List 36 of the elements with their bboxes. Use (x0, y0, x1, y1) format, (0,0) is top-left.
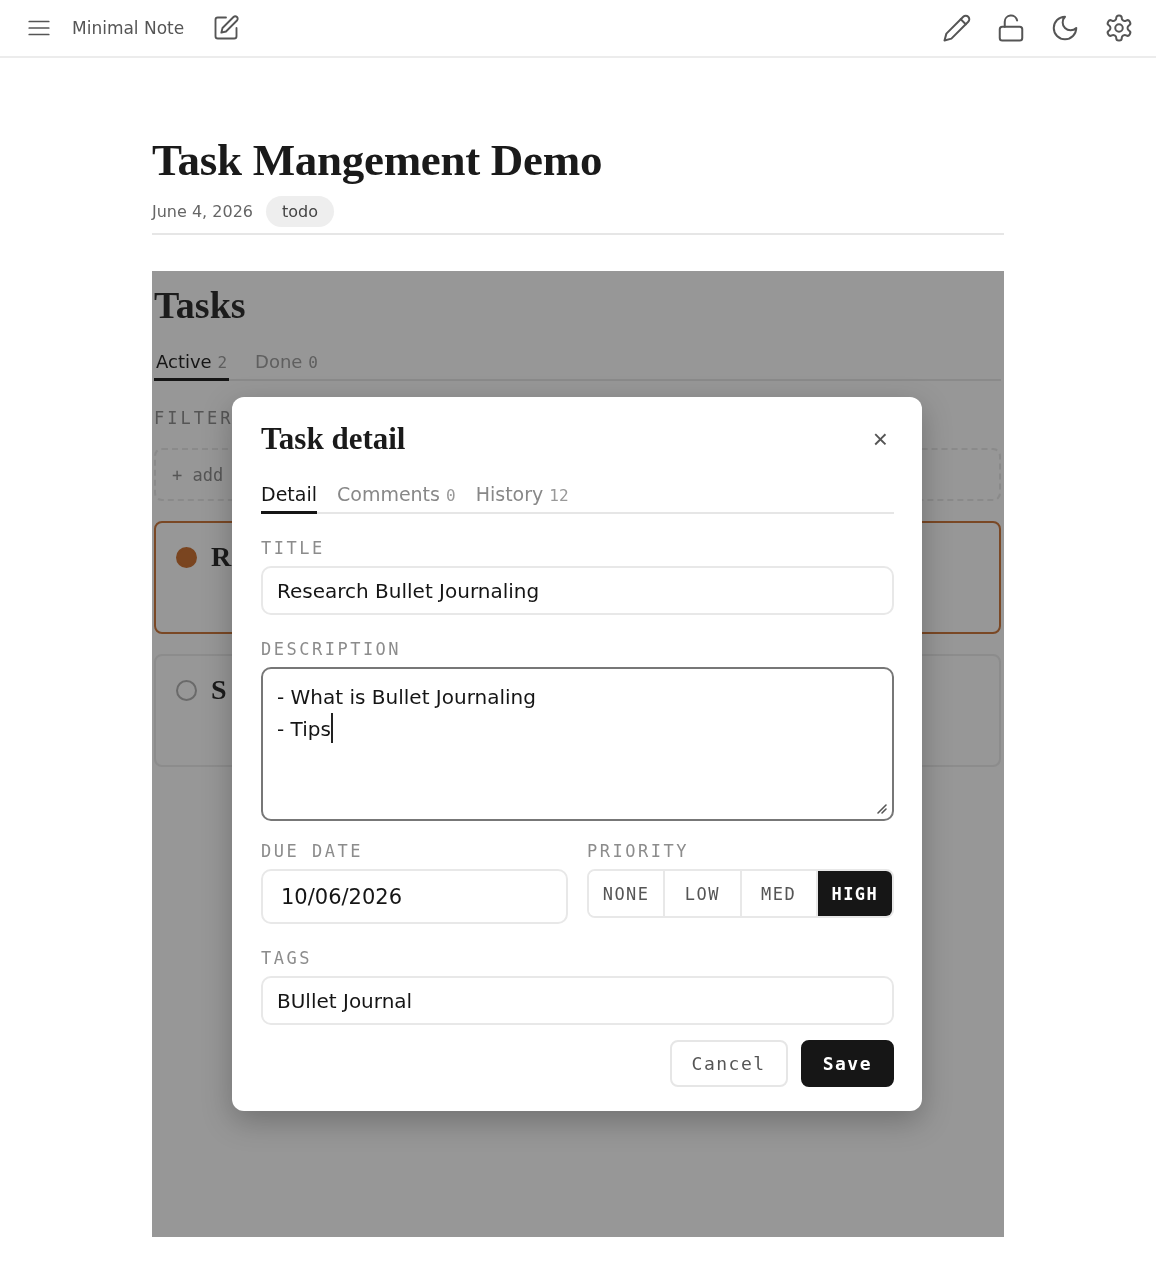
tags-field[interactable]: BUllet Journal (261, 976, 894, 1025)
resize-handle-icon[interactable] (875, 802, 889, 816)
filter-label: FILTER (154, 408, 235, 428)
save-button[interactable]: Save (800, 1040, 894, 1087)
moon-icon[interactable] (1050, 13, 1080, 43)
field-label: TITLE (261, 538, 326, 558)
app-name: Minimal Note (72, 18, 185, 38)
priority-option[interactable]: HIGH (817, 871, 892, 916)
status-dot[interactable] (176, 546, 197, 568)
document-date: June 4, 2026 (152, 202, 253, 221)
tab[interactable]: Comments 0 (337, 479, 456, 514)
field-label: DUE DATE (261, 841, 364, 861)
add-text: + add (172, 464, 224, 485)
field-label: TAGS (261, 948, 313, 968)
cancel-button[interactable]: Cancel (669, 1040, 788, 1087)
title-field[interactable]: Research Bullet Journaling (261, 566, 894, 615)
tag-chip[interactable]: todo (266, 196, 334, 227)
text-cursor (330, 713, 333, 743)
field-label: PRIORITY (587, 841, 690, 861)
tab[interactable]: History 12 (475, 479, 569, 514)
edit-icon[interactable] (212, 14, 241, 42)
dialog-title: Task detail (261, 421, 406, 457)
document-title: Task Mangement Demo (152, 134, 604, 186)
field-label: DESCRIPTION (261, 639, 403, 659)
settings-icon[interactable] (1104, 13, 1134, 43)
task-title: S (211, 674, 227, 706)
tab[interactable]: Active 2 (154, 347, 230, 381)
date-field[interactable]: 10/06/2026 (261, 869, 568, 924)
close-button[interactable]: × (866, 423, 894, 455)
unlock-icon[interactable] (996, 13, 1026, 43)
priority-option[interactable]: NONE (589, 871, 666, 916)
task-title: R (211, 541, 232, 573)
description-field[interactable]: - What is Bullet Journaling - Tips (261, 667, 894, 821)
pencil-icon[interactable] (942, 13, 972, 43)
tab[interactable]: Detail (261, 479, 317, 514)
panel-heading: Tasks (154, 283, 247, 327)
